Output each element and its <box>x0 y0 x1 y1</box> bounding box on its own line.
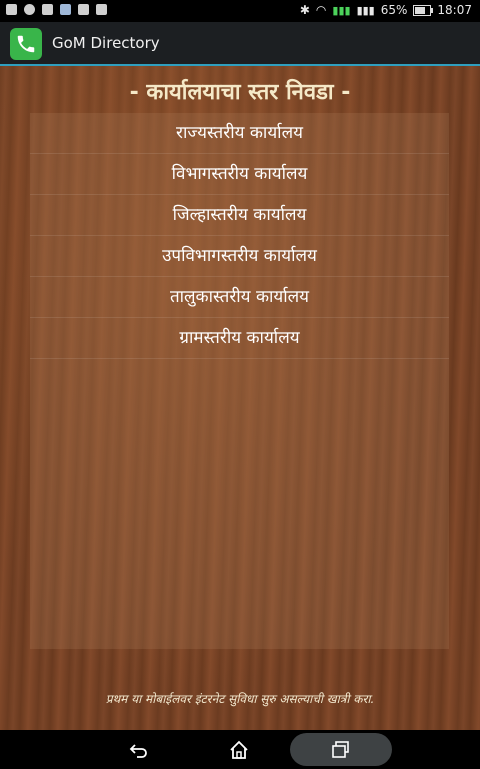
screen: ✱ ◠ ▮▮▮ ▮▮▮ 65% 18:07 GoM Directory - का… <box>0 0 480 769</box>
wifi-icon: ◠ <box>315 3 327 17</box>
list-item-village-level[interactable]: ग्रामस्तरीय कार्यालय <box>30 318 449 359</box>
signal-icon: ▮▮▮ <box>356 3 375 17</box>
phone-icon[interactable] <box>10 28 42 60</box>
list-item-division-level[interactable]: विभागस्तरीय कार्यालय <box>30 154 449 195</box>
office-level-panel: राज्यस्तरीय कार्यालय विभागस्तरीय कार्याल… <box>30 113 449 649</box>
page-title: - कार्यालयाचा स्तर निवडा - <box>129 80 351 105</box>
check-icon <box>96 4 107 15</box>
signal-icon: ▮▮▮ <box>332 3 351 17</box>
list-item-subdivision-level[interactable]: उपविभागस्तरीय कार्यालय <box>30 236 449 277</box>
facebook-icon <box>6 4 17 15</box>
image-icon <box>60 4 71 15</box>
navigation-bar <box>0 730 480 769</box>
battery-percent: 65% <box>380 3 408 17</box>
app-title: GoM Directory <box>52 34 160 52</box>
office-level-list: राज्यस्तरीय कार्यालय विभागस्तरीय कार्याल… <box>30 113 449 359</box>
message-icon <box>42 4 53 15</box>
app-bar: GoM Directory <box>0 22 480 66</box>
mail-icon <box>78 4 89 15</box>
home-icon <box>230 740 248 759</box>
system-icons: ✱ ◠ ▮▮▮ ▮▮▮ 65% 18:07 <box>300 3 472 17</box>
main-content: - कार्यालयाचा स्तर निवडा - राज्यस्तरीय क… <box>0 66 480 730</box>
home-button[interactable] <box>226 737 252 763</box>
battery-icon <box>413 4 434 16</box>
list-item-district-level[interactable]: जिल्हास्तरीय कार्यालय <box>30 195 449 236</box>
list-item-taluka-level[interactable]: तालुकास्तरीय कार्यालय <box>30 277 449 318</box>
back-button[interactable] <box>126 737 152 763</box>
notification-icons <box>6 4 107 15</box>
clock: 18:07 <box>437 3 472 17</box>
list-item-state-level[interactable]: राज्यस्तरीय कार्यालय <box>30 113 449 154</box>
battery-fill <box>415 6 425 14</box>
recents-icon <box>332 741 349 758</box>
bluetooth-icon: ✱ <box>299 3 310 17</box>
status-bar: ✱ ◠ ▮▮▮ ▮▮▮ 65% 18:07 <box>0 0 480 22</box>
recents-button[interactable] <box>290 733 392 766</box>
internet-notice: प्रथम या मोबाईलवर इंटरनेट सुविधा सुरु अस… <box>105 692 375 706</box>
whatsapp-icon <box>24 4 35 15</box>
back-icon <box>129 744 147 758</box>
